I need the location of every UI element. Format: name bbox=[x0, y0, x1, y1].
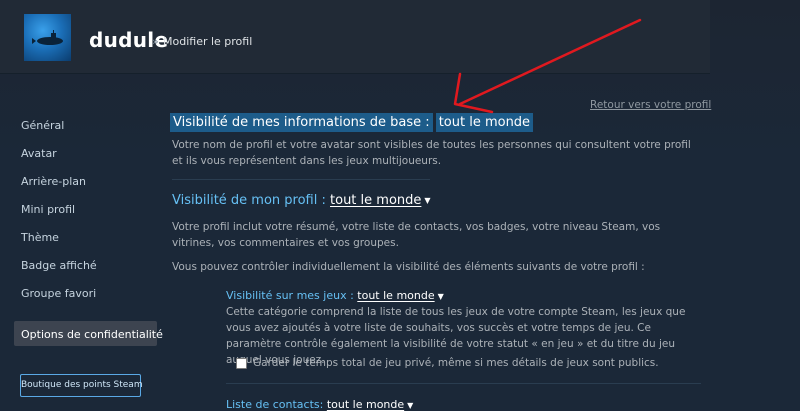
red-arrow-annotation bbox=[453, 18, 642, 114]
